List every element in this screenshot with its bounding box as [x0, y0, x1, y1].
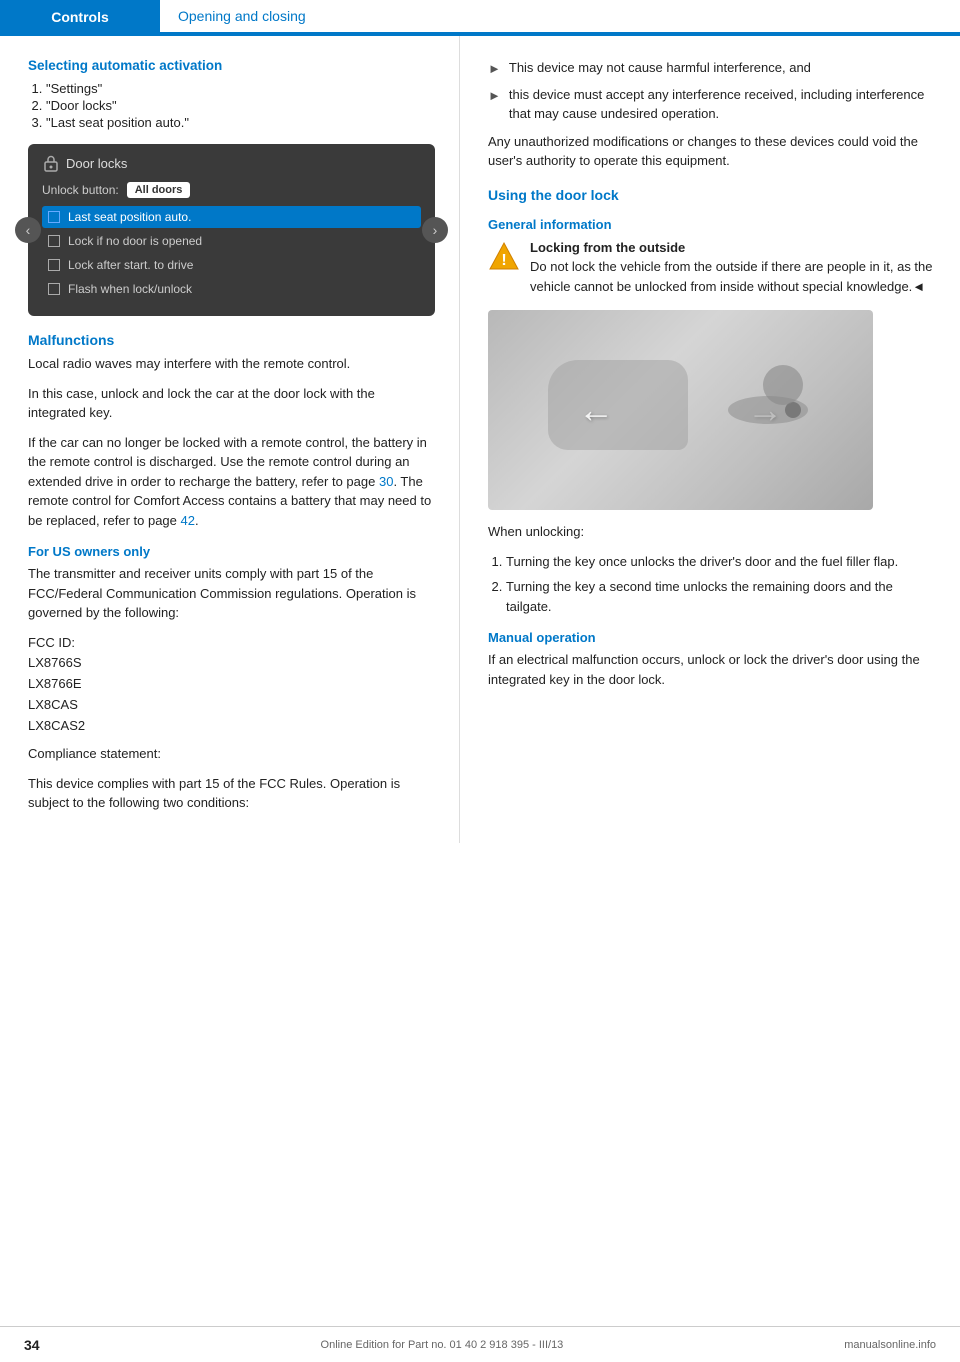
- fcc-id-2: LX8CAS: [28, 697, 78, 712]
- step-2: "Door locks": [46, 98, 435, 113]
- menu-label-1: Lock if no door is opened: [68, 234, 202, 248]
- nav-arrow-right-icon[interactable]: ›: [422, 217, 448, 243]
- fcc-id-block: FCC ID: LX8766S LX8766E LX8CAS LX8CAS2: [28, 633, 435, 737]
- malfunctions-title: Malfunctions: [28, 332, 435, 348]
- door-left-arrow-icon: ←: [578, 389, 614, 431]
- fcc-para-1: The transmitter and receiver units compl…: [28, 564, 435, 623]
- bullet-text-0: This device may not cause harmful interf…: [509, 58, 811, 78]
- unlock-label: Unlock button:: [42, 183, 119, 197]
- manual-operation-text: If an electrical malfunction occurs, unl…: [488, 650, 936, 689]
- fcc-id-label: FCC ID:: [28, 635, 75, 650]
- menu-item-1[interactable]: Lock if no door is opened: [42, 230, 421, 252]
- when-unlocking-label: When unlocking:: [488, 522, 936, 542]
- header-section-tab: Opening and closing: [160, 0, 960, 34]
- page-link-42[interactable]: 42: [181, 513, 195, 528]
- unlock-step-2: Turning the key a second time unlocks th…: [506, 577, 936, 616]
- door-locks-title: Door locks: [66, 156, 127, 171]
- malfunction-para-1: Local radio waves may interfere with the…: [28, 354, 435, 374]
- menu-label-2: Lock after start. to drive: [68, 258, 193, 272]
- footer-logo: manualsonline.info: [844, 1339, 936, 1351]
- section-label: Opening and closing: [178, 8, 306, 24]
- manual-operation-title: Manual operation: [488, 630, 936, 645]
- page-number: 34: [24, 1337, 40, 1353]
- warning-title: Locking from the outside: [530, 240, 685, 255]
- checkbox-1: [48, 235, 60, 247]
- car-door-image: ← →: [488, 310, 873, 510]
- fcc-id-0: LX8766S: [28, 655, 82, 670]
- general-info-subtitle: General information: [488, 217, 936, 232]
- page-link-30[interactable]: 30: [379, 474, 393, 489]
- bullet-item-0: ► This device may not cause harmful inte…: [488, 58, 936, 79]
- menu-item-2[interactable]: Lock after start. to drive: [42, 254, 421, 276]
- unlock-steps: Turning the key once unlocks the driver'…: [506, 552, 936, 617]
- fcc-id-1: LX8766E: [28, 676, 82, 691]
- malfunction-para-3: If the car can no longer be locked with …: [28, 433, 435, 531]
- compliance-label: Compliance statement:: [28, 744, 435, 764]
- menu-label-0: Last seat position auto.: [68, 210, 191, 224]
- controls-label: Controls: [51, 9, 109, 25]
- warning-box: ! Locking from the outside Do not lock t…: [488, 238, 936, 297]
- bullet-text-1: this device must accept any interference…: [509, 85, 936, 124]
- for-us-owners-title: For US owners only: [28, 544, 435, 559]
- unauthorized-text: Any unauthorized modifications or change…: [488, 132, 936, 171]
- bullet-item-1: ► this device must accept any interferen…: [488, 85, 936, 124]
- door-locks-ui: ‹ Door locks Unlock button: All doors La…: [28, 144, 435, 316]
- checkbox-0: [48, 211, 60, 223]
- page-header: Controls Opening and closing: [0, 0, 960, 36]
- door-handle-svg: [718, 380, 818, 440]
- menu-item-0[interactable]: Last seat position auto.: [42, 206, 421, 228]
- step-1: "Settings": [46, 81, 435, 96]
- bullet-arrow-0: ►: [488, 59, 501, 79]
- compliance-text: This device complies with part 15 of the…: [28, 774, 435, 813]
- unlock-value[interactable]: All doors: [127, 182, 191, 198]
- nav-arrow-left-icon[interactable]: ‹: [15, 217, 41, 243]
- header-controls-tab: Controls: [0, 0, 160, 34]
- door-locks-icon: [42, 154, 60, 172]
- checkbox-2: [48, 259, 60, 271]
- unlock-step-1: Turning the key once unlocks the driver'…: [506, 552, 936, 572]
- right-column: ► This device may not cause harmful inte…: [460, 36, 960, 843]
- checkbox-3: [48, 283, 60, 295]
- step-3: "Last seat position auto.": [46, 115, 435, 130]
- door-locks-titlebar: Door locks: [42, 154, 421, 172]
- menu-item-3[interactable]: Flash when lock/unlock: [42, 278, 421, 300]
- malfunction-para-2: In this case, unlock and lock the car at…: [28, 384, 435, 423]
- unlock-row: Unlock button: All doors: [42, 182, 421, 198]
- warning-text: Locking from the outside Do not lock the…: [530, 238, 936, 297]
- warning-triangle-icon: !: [488, 240, 520, 272]
- bullet-arrow-1: ►: [488, 86, 501, 106]
- footer-edition: Online Edition for Part no. 01 40 2 918 …: [321, 1339, 564, 1351]
- using-door-lock-title: Using the door lock: [488, 187, 936, 203]
- page-footer: 34 Online Edition for Part no. 01 40 2 9…: [0, 1326, 960, 1362]
- left-column: Selecting automatic activation "Settings…: [0, 36, 460, 843]
- svg-text:!: !: [501, 252, 506, 269]
- fcc-id-3: LX8CAS2: [28, 718, 85, 733]
- main-content: Selecting automatic activation "Settings…: [0, 36, 960, 843]
- activation-steps: "Settings" "Door locks" "Last seat posit…: [46, 81, 435, 130]
- menu-label-3: Flash when lock/unlock: [68, 282, 192, 296]
- warning-body: Do not lock the vehicle from the outside…: [530, 259, 933, 294]
- auto-activation-title: Selecting automatic activation: [28, 58, 435, 73]
